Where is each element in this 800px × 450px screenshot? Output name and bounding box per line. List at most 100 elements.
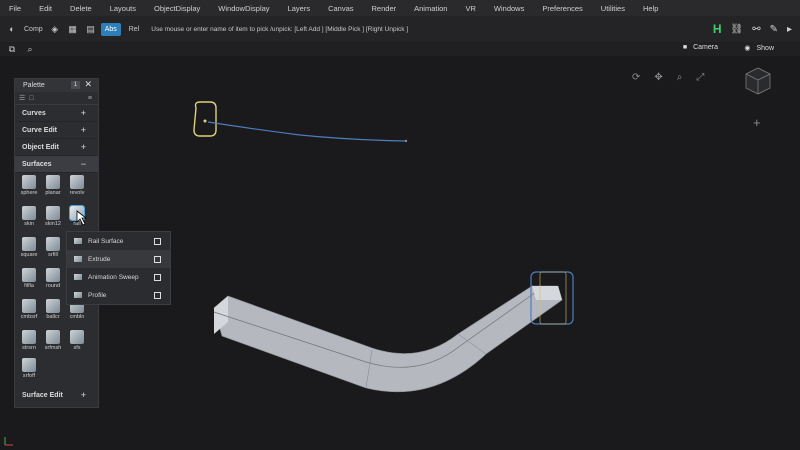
section-object-edit-label: Object Edit — [22, 143, 59, 151]
menu-render[interactable]: Render — [363, 4, 406, 13]
menu-utilities[interactable]: Utilities — [592, 4, 634, 13]
hamburger-icon[interactable]: ≡ — [88, 95, 92, 102]
tool-cmbsrf[interactable]: cmbsrf — [18, 299, 40, 320]
plus-icon[interactable]: + — [81, 125, 86, 135]
plus-icon[interactable]: + — [81, 108, 86, 118]
fit-icon[interactable]: ⤢ — [696, 72, 704, 83]
skin-icon — [22, 206, 36, 220]
round-icon — [46, 268, 60, 282]
mouse-cursor-icon — [76, 210, 88, 226]
menu-animation[interactable]: Animation — [405, 4, 456, 13]
profile-curve-selection[interactable] — [193, 101, 217, 137]
comp-icon[interactable]: ◐ — [6, 23, 18, 35]
tool-ballcr[interactable]: ballcr — [42, 299, 64, 320]
menu-canvas[interactable]: Canvas — [319, 4, 362, 13]
options-box-icon[interactable] — [154, 273, 161, 281]
abs-button[interactable]: Abs — [100, 22, 121, 36]
menu-edit[interactable]: Edit — [30, 4, 61, 13]
extruded-surface[interactable] — [213, 285, 563, 393]
show-button[interactable]: ◉ Show — [744, 44, 774, 53]
popup-extrude[interactable]: Extrude — [67, 250, 170, 268]
skin12-icon — [46, 206, 60, 220]
sphere-icon — [22, 175, 36, 189]
pin-icon[interactable]: ✎ — [770, 24, 778, 35]
window-icon[interactable]: ⧉ — [6, 43, 18, 55]
section-curve-edit-label: Curve Edit — [22, 126, 58, 134]
srfoff-icon — [22, 358, 36, 372]
tool-srfoff[interactable]: srfoff — [18, 358, 40, 379]
srfmsh-icon — [46, 330, 60, 344]
section-curves[interactable]: Curves + — [15, 105, 98, 122]
tool-planar[interactable]: planar — [42, 175, 64, 196]
tool-sphere[interactable]: sphere — [18, 175, 40, 196]
popup-animation-sweep[interactable]: Animation Sweep — [67, 268, 170, 286]
show-label: Show — [756, 44, 774, 52]
search-icon[interactable]: ⌕ — [24, 43, 36, 55]
options-box-icon[interactable] — [154, 237, 161, 245]
axis-indicator-icon — [4, 437, 13, 446]
add-view-icon[interactable]: + — [753, 115, 761, 130]
animation-sweep-icon — [74, 274, 82, 280]
close-icon[interactable]: ✕ — [84, 79, 92, 90]
camera-button[interactable]: ■ Camera — [683, 44, 718, 51]
plus-icon[interactable]: + — [81, 390, 86, 400]
layout-icon[interactable]: ▦ — [67, 23, 79, 35]
section-curves-label: Curves — [22, 109, 46, 117]
menu-help[interactable]: Help — [634, 4, 667, 13]
zoom-icon[interactable]: ⌕ — [677, 72, 683, 83]
square-surface-icon — [22, 237, 36, 251]
tool-srfmsh[interactable]: srfmsh — [42, 330, 64, 351]
tool-square[interactable]: square — [18, 237, 40, 258]
section-object-edit[interactable]: Object Edit + — [15, 139, 98, 156]
cube-icon[interactable]: ◈ — [49, 23, 61, 35]
popup-rail-surface[interactable]: Rail Surface — [67, 232, 170, 250]
tool-skin[interactable]: skin — [18, 206, 40, 227]
tool-srfill[interactable]: srfill — [42, 237, 64, 258]
planar-icon — [46, 175, 60, 189]
menu-bar: File Edit Delete Layouts ObjectDisplay W… — [0, 0, 800, 16]
grid-icon[interactable]: ▤ — [85, 23, 97, 35]
link-icon[interactable]: ⛓ — [730, 24, 743, 35]
rail-surface-icon — [74, 238, 82, 244]
popup-profile[interactable]: Profile — [67, 286, 170, 304]
minus-icon[interactable]: − — [81, 159, 86, 169]
square-icon[interactable]: □ — [29, 95, 33, 102]
options-box-icon[interactable] — [154, 255, 161, 263]
eye-icon: ◉ — [744, 45, 751, 52]
camera-label: Camera — [693, 44, 718, 51]
tool-sfs[interactable]: sfs — [66, 330, 88, 351]
menu-delete[interactable]: Delete — [61, 4, 101, 13]
menu-windows[interactable]: Windows — [485, 4, 533, 13]
options-box-icon[interactable] — [154, 291, 161, 299]
tool-revolv[interactable]: revolv — [66, 175, 88, 196]
rail-curve — [207, 121, 407, 142]
menu-preferences[interactable]: Preferences — [533, 4, 591, 13]
menu-objectdisplay[interactable]: ObjectDisplay — [145, 4, 209, 13]
menu-layers[interactable]: Layers — [279, 4, 320, 13]
section-surfaces[interactable]: Surfaces − — [15, 156, 98, 173]
palette-tools: ☰ □ ≡ — [15, 92, 98, 105]
menu-windowdisplay[interactable]: WindowDisplay — [209, 4, 278, 13]
view-cube-icon[interactable] — [738, 62, 774, 98]
tool-round[interactable]: round — [42, 268, 64, 289]
comp-label[interactable]: Comp — [24, 26, 43, 33]
list-icon[interactable]: ☰ — [19, 94, 25, 102]
rel-button[interactable]: Rel — [125, 23, 144, 36]
tool-strsrn[interactable]: strsrn — [18, 330, 40, 351]
unlink-icon[interactable]: ⚯ — [752, 24, 760, 35]
menu-layouts[interactable]: Layouts — [101, 4, 145, 13]
palette-header: Palette 1 ✕ — [15, 79, 98, 92]
pick-hint: Use mouse or enter name of item to pick … — [151, 25, 409, 33]
section-surfaces-label: Surfaces — [22, 160, 52, 168]
section-surface-edit[interactable]: Surface Edit + — [15, 387, 98, 403]
orbit-icon[interactable]: ⟳ — [632, 72, 640, 83]
plus-icon[interactable]: + — [81, 142, 86, 152]
tool-filfla[interactable]: filfla — [18, 268, 40, 289]
tool-skin12[interactable]: skin12 — [42, 206, 64, 227]
menu-vr[interactable]: VR — [456, 4, 484, 13]
menu-file[interactable]: File — [0, 4, 30, 13]
play-icon[interactable]: ▸ — [787, 24, 792, 35]
h-icon[interactable]: H — [713, 22, 722, 36]
section-curve-edit[interactable]: Curve Edit + — [15, 122, 98, 139]
pan-icon[interactable]: ✥ — [654, 72, 662, 83]
